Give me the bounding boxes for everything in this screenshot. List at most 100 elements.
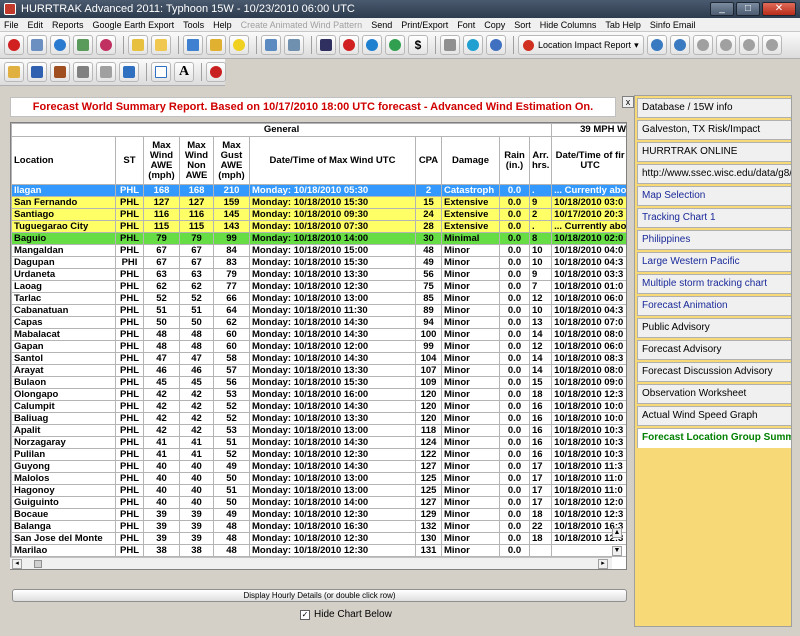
table-row[interactable]: Malolos PHL 40 40 50 Monday: 10/18/2010 13:00…: [11, 472, 626, 485]
scroll-up-button[interactable]: ▲: [612, 528, 622, 538]
computer-icon[interactable]: [284, 35, 304, 55]
zoom-in-icon[interactable]: [646, 35, 667, 55]
tab-philippines[interactable]: Philippines: [637, 230, 791, 250]
table-row[interactable]: Capas PHL 50 50 62 Monday: 10/18/2010 14:30 94…: [11, 316, 626, 329]
menu-item-10[interactable]: Copy: [484, 20, 505, 30]
table-row[interactable]: Olongapo PHL 42 42 53 Monday: 10/18/2010 16:0…: [11, 388, 626, 401]
info-icon[interactable]: [761, 35, 782, 55]
col-arrival[interactable]: Arr. hrs.: [528, 136, 553, 185]
tab-http-www-ssec-wisc-edu-data-g8-lat[interactable]: http://www.ssec.wisc.edu/data/g8/lat: [637, 164, 791, 184]
table-row[interactable]: Mabalacat PHL 48 48 60 Monday: 10/18/2010 14:…: [11, 328, 626, 341]
col-cpa[interactable]: CPA: [415, 136, 442, 185]
download-icon[interactable]: [27, 62, 47, 82]
menu-item-7[interactable]: Send: [371, 20, 392, 30]
tab-tracking-chart-1[interactable]: Tracking Chart 1: [637, 208, 791, 228]
scroll-thumb[interactable]: [34, 560, 42, 568]
folder-open-icon[interactable]: [151, 35, 171, 55]
menu-item-9[interactable]: Font: [457, 20, 475, 30]
table-row[interactable]: Tuguegarao City PHL 115 115 143 Monday: 10/18…: [11, 220, 626, 233]
vertical-scrollbar[interactable]: ▲ ▼: [612, 122, 624, 570]
table-row[interactable]: Bocaue PHL 39 39 49 Monday: 10/18/2010 12:30 1…: [11, 508, 626, 521]
col-max-wind[interactable]: Max Wind AWE (mph): [143, 136, 180, 185]
table-row[interactable]: Calumpit PHL 42 42 52 Monday: 10/18/2010 14:3…: [11, 400, 626, 413]
tab-forecast-animation[interactable]: Forecast Animation: [637, 296, 791, 316]
table-row[interactable]: Dagupan PHI 67 67 83 Monday: 10/18/2010 15:30…: [11, 256, 626, 269]
close-report-button[interactable]: x: [622, 96, 634, 108]
table-row[interactable]: Norzagaray PHL 41 41 51 Monday: 10/18/2010 14…: [11, 436, 626, 449]
location-impact-report-button[interactable]: Location Impact Report ▾: [518, 35, 644, 55]
menu-item-12[interactable]: Hide Columns: [540, 20, 597, 30]
col-rain[interactable]: Rain (in.): [499, 136, 530, 185]
menu-item-8[interactable]: Print/Export: [401, 20, 448, 30]
table-row[interactable]: Bulaon PHL 45 45 56 Monday: 10/18/2010 15:30 1…: [11, 376, 626, 389]
hurricane-icon[interactable]: $: [408, 35, 428, 55]
tab-observation-worksheet[interactable]: Observation Worksheet: [637, 384, 791, 404]
display-hourly-details-button[interactable]: Display Hourly Details (or double click …: [12, 589, 627, 602]
minimize-button[interactable]: _: [710, 2, 734, 16]
horizontal-scrollbar[interactable]: ◂ ▸: [10, 557, 612, 569]
maximize-button[interactable]: □: [736, 2, 760, 16]
table-row[interactable]: Pulilan PHL 41 41 52 Monday: 10/18/2010 12:30…: [11, 448, 626, 461]
window-icon[interactable]: [27, 35, 47, 55]
tab-actual-wind-speed-graph[interactable]: Actual Wind Speed Graph: [637, 406, 791, 426]
table-row[interactable]: Urdaneta PHL 63 63 79 Monday: 10/18/2010 13:3…: [11, 268, 626, 281]
table-row[interactable]: Santol PHL 47 47 58 Monday: 10/18/2010 14:30 1…: [11, 352, 626, 365]
tab-hurrtrak-online[interactable]: HURRTRAK ONLINE: [637, 142, 791, 162]
tab-multiple-storm-tracking-chart[interactable]: Multiple storm tracking chart: [637, 274, 791, 294]
table-row[interactable]: Guyong PHL 40 40 49 Monday: 10/18/2010 14:30 1…: [11, 460, 626, 473]
measure-icon[interactable]: [715, 35, 736, 55]
table-row[interactable]: Guiguinto PHL 40 40 50 Monday: 10/18/2010 14:…: [11, 496, 626, 509]
close-window-button[interactable]: ✕: [762, 2, 796, 16]
menu-item-2[interactable]: Reports: [52, 20, 84, 30]
table-row[interactable]: Arayat PHL 46 46 57 Monday: 10/18/2010 13:30 1…: [11, 364, 626, 377]
target-icon[interactable]: [339, 35, 359, 55]
tab-map-selection[interactable]: Map Selection: [637, 186, 791, 206]
document-icon[interactable]: [183, 35, 203, 55]
scroll-right-button[interactable]: ▸: [598, 559, 608, 569]
table-row[interactable]: Tarlac PHL 52 52 66 Monday: 10/18/2010 13:00 8…: [11, 292, 626, 305]
table-row[interactable]: Laoag PHL 62 62 77 Monday: 10/18/2010 12:30 75…: [11, 280, 626, 293]
table-row[interactable]: Baliuag PHL 42 42 52 Monday: 10/18/2010 13:30…: [11, 412, 626, 425]
scroll-down-button[interactable]: ▼: [612, 546, 622, 556]
col-max-gust[interactable]: Max Gust AWE (mph): [213, 136, 250, 185]
folder-icon[interactable]: [206, 35, 226, 55]
network-icon[interactable]: [261, 35, 281, 55]
copy-icon[interactable]: [96, 62, 116, 82]
email-icon[interactable]: [4, 62, 24, 82]
refresh-icon[interactable]: [96, 35, 116, 55]
globe-icon[interactable]: [50, 35, 70, 55]
table-row[interactable]: Marilao PHL 38 38 48 Monday: 10/18/2010 12:30…: [11, 544, 626, 557]
earth-icon[interactable]: [385, 35, 405, 55]
table-row[interactable]: Cabanatuan PHL 51 51 64 Monday: 10/18/2010 11…: [11, 304, 626, 317]
storm-surge-icon[interactable]: [486, 35, 506, 55]
menu-item-3[interactable]: Google Earth Export: [93, 20, 175, 30]
table-row[interactable]: Gapan PHL 48 48 60 Monday: 10/18/2010 12:00 99…: [11, 340, 626, 353]
menu-item-14[interactable]: Sinfo Email: [650, 20, 696, 30]
record-icon[interactable]: [738, 35, 759, 55]
table-row[interactable]: San Fernando PHL 127 127 159 Monday: 10/18/20…: [11, 196, 626, 209]
table-row[interactable]: Balanga PHL 39 39 48 Monday: 10/18/2010 16:30…: [11, 520, 626, 533]
table-row[interactable]: Mangaldan PHL 67 67 84 Monday: 10/18/2010 15:…: [11, 244, 626, 257]
help-icon[interactable]: [206, 62, 226, 82]
tab-forecast-location-group-summary[interactable]: Forecast Location Group Summary: [637, 428, 791, 448]
print-icon[interactable]: [73, 62, 93, 82]
col-datetime-max-wind[interactable]: Date/Time of Max Wind UTC: [249, 136, 416, 185]
page-icon[interactable]: [151, 62, 171, 82]
pan-icon[interactable]: [692, 35, 713, 55]
menu-item-1[interactable]: Edit: [28, 20, 44, 30]
col-st[interactable]: ST: [115, 136, 144, 185]
export-icon[interactable]: [119, 62, 139, 82]
tab-large-western-pacific[interactable]: Large Western Pacific: [637, 252, 791, 272]
menu-item-11[interactable]: Sort: [514, 20, 531, 30]
menu-item-5[interactable]: Help: [213, 20, 232, 30]
scroll-left-button[interactable]: ◂: [12, 559, 22, 569]
col-location[interactable]: Location: [11, 136, 116, 185]
tab-galveston-tx-risk-impact[interactable]: Galveston, TX Risk/Impact: [637, 120, 791, 140]
menu-item-0[interactable]: File: [4, 20, 19, 30]
tab-database-15w-info[interactable]: Database / 15W info: [637, 98, 791, 118]
checkbox-check-icon[interactable]: ✓: [300, 609, 310, 620]
col-damage[interactable]: Damage: [441, 136, 500, 185]
report-grid[interactable]: General 39 MPH W Location ST Max Wind AW…: [10, 122, 627, 570]
tab-public-advisory[interactable]: Public Advisory: [637, 318, 791, 338]
col-max-wind-non[interactable]: Max Wind Non AWE: [179, 136, 214, 185]
